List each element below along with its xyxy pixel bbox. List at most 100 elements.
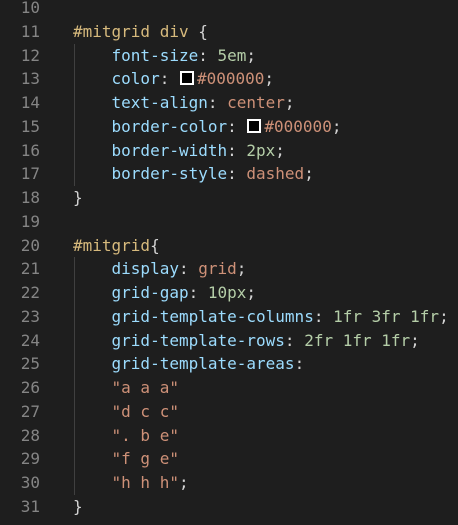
code-line[interactable]: 24 grid-template-rows: 2fr 1fr 1fr; bbox=[0, 328, 458, 353]
line-number: 28 bbox=[20, 425, 40, 445]
token-val: "h h h" bbox=[111, 473, 179, 492]
token-whitespace bbox=[73, 283, 112, 302]
line-number: 29 bbox=[20, 449, 40, 469]
code-text: display: grid; bbox=[73, 257, 247, 281]
code-line[interactable]: 12 font-size: 5em; bbox=[0, 43, 458, 68]
code-text: "h h h"; bbox=[73, 471, 189, 495]
token-prop: border-width bbox=[111, 140, 228, 160]
code-text: "f g e" bbox=[73, 447, 179, 471]
token-num: 1fr 3fr 1fr bbox=[333, 306, 440, 326]
token-prop: border-style bbox=[111, 164, 228, 184]
token-whitespace bbox=[73, 164, 112, 183]
token-punc: ; bbox=[246, 283, 257, 302]
code-line[interactable]: 27 "d c c" bbox=[0, 399, 458, 424]
token-val: "f g e" bbox=[111, 449, 179, 469]
token-whitespace bbox=[73, 402, 112, 421]
token-brace: { bbox=[150, 235, 160, 255]
line-number: 24 bbox=[20, 330, 40, 350]
token-val: #000000 bbox=[196, 69, 265, 89]
line-number: 13 bbox=[20, 69, 40, 89]
token-num: 2px bbox=[246, 140, 276, 160]
line-number: 25 bbox=[20, 354, 40, 374]
token-punc: ; bbox=[331, 116, 342, 136]
token-prop: grid-template-columns bbox=[111, 306, 314, 326]
token-punc: ; bbox=[246, 45, 257, 65]
code-text: border-color: #000000; bbox=[73, 115, 342, 139]
code-line[interactable]: 17 border-style: dashed; bbox=[0, 162, 458, 186]
token-punc: : bbox=[227, 164, 247, 184]
code-text: text-align: center; bbox=[73, 91, 295, 115]
token-prop: grid-template-rows bbox=[111, 330, 285, 350]
token-whitespace bbox=[73, 426, 112, 445]
code-line[interactable]: 20 #mitgrid{ bbox=[0, 234, 458, 258]
token-whitespace bbox=[73, 473, 112, 492]
token-prop: color bbox=[111, 69, 160, 89]
code-text: grid-gap: 10px; bbox=[73, 281, 257, 305]
color-swatch-icon[interactable] bbox=[247, 118, 262, 133]
code-line[interactable]: 29 "f g e" bbox=[0, 447, 458, 471]
token-punc: ; bbox=[439, 306, 449, 326]
code-text: #mitgrid div { bbox=[73, 20, 208, 44]
token-val: #000000 bbox=[264, 116, 332, 136]
code-line[interactable]: 21 display: grid; bbox=[0, 257, 458, 281]
code-text: border-style: dashed; bbox=[73, 162, 314, 186]
code-line[interactable]: 13 color: #000000; bbox=[0, 67, 458, 91]
token-brace: } bbox=[73, 188, 83, 207]
code-line[interactable]: 28 ". b e" bbox=[0, 423, 458, 448]
line-number: 16 bbox=[20, 140, 40, 160]
code-line[interactable]: 16 border-width: 2px; bbox=[0, 138, 458, 163]
token-whitespace bbox=[73, 69, 112, 88]
token-val: ". b e" bbox=[111, 425, 179, 445]
token-punc: : bbox=[284, 330, 305, 350]
code-line[interactable]: 22 grid-gap: 10px; bbox=[0, 281, 458, 305]
token-whitespace bbox=[73, 117, 112, 136]
code-text: ". b e" bbox=[73, 424, 179, 448]
token-punc: : bbox=[227, 116, 247, 136]
token-whitespace bbox=[73, 449, 112, 468]
code-text: } bbox=[73, 186, 83, 210]
line-number: 12 bbox=[20, 45, 40, 65]
token-punc: : bbox=[207, 93, 228, 112]
code-text: #mitgrid{ bbox=[73, 234, 160, 258]
code-text: grid-template-columns: 1fr 3fr 1fr; bbox=[73, 305, 449, 329]
line-number: 26 bbox=[20, 378, 40, 397]
code-line[interactable]: 31} bbox=[0, 495, 458, 519]
token-punc: : bbox=[159, 69, 179, 89]
token-punc: : bbox=[313, 306, 334, 326]
token-punc: ; bbox=[236, 259, 247, 279]
code-line[interactable]: 18} bbox=[0, 186, 458, 210]
token-prop: display bbox=[111, 259, 179, 279]
code-editor[interactable]: 10 11 #mitgrid div {12 font-size: 5em; 13 c… bbox=[0, 0, 458, 519]
token-prop: grid-gap bbox=[111, 283, 189, 302]
token-whitespace bbox=[73, 307, 112, 326]
code-line[interactable]: 14 text-align: center; bbox=[0, 91, 458, 115]
token-whitespace bbox=[73, 331, 112, 350]
code-line[interactable]: 23 grid-template-columns: 1fr 3fr 1fr; bbox=[0, 304, 458, 329]
token-punc: : bbox=[294, 354, 305, 374]
code-text: border-width: 2px; bbox=[73, 139, 285, 163]
line-number: 18 bbox=[20, 188, 40, 207]
token-prop: text-align bbox=[111, 93, 208, 112]
line-number: 27 bbox=[20, 401, 40, 421]
code-line[interactable]: 19 bbox=[0, 210, 458, 234]
token-whitespace bbox=[73, 141, 112, 160]
token-val: dashed bbox=[246, 164, 305, 184]
line-number: 30 bbox=[20, 473, 40, 492]
token-val: center bbox=[227, 93, 285, 112]
code-line[interactable]: 10 bbox=[0, 0, 458, 20]
line-number: 23 bbox=[20, 306, 40, 326]
code-line[interactable]: 30 "h h h"; bbox=[0, 471, 458, 495]
color-swatch-icon[interactable] bbox=[179, 71, 194, 86]
code-line[interactable]: 11 #mitgrid div { bbox=[0, 20, 458, 44]
token-punc: ; bbox=[410, 330, 420, 350]
token-punc: ; bbox=[178, 473, 189, 492]
token-prop: border-color bbox=[111, 116, 228, 136]
code-text: } bbox=[73, 495, 83, 519]
token-whitespace bbox=[73, 46, 112, 65]
code-line[interactable]: 15 border-color: #000000; bbox=[0, 114, 458, 139]
code-line[interactable]: 26 "a a a" bbox=[0, 376, 458, 400]
code-line[interactable]: 25 grid-template-areas: bbox=[0, 352, 458, 376]
line-number: 11 bbox=[20, 21, 40, 41]
token-punc: : bbox=[188, 283, 208, 302]
line-number: 10 bbox=[20, 0, 40, 17]
